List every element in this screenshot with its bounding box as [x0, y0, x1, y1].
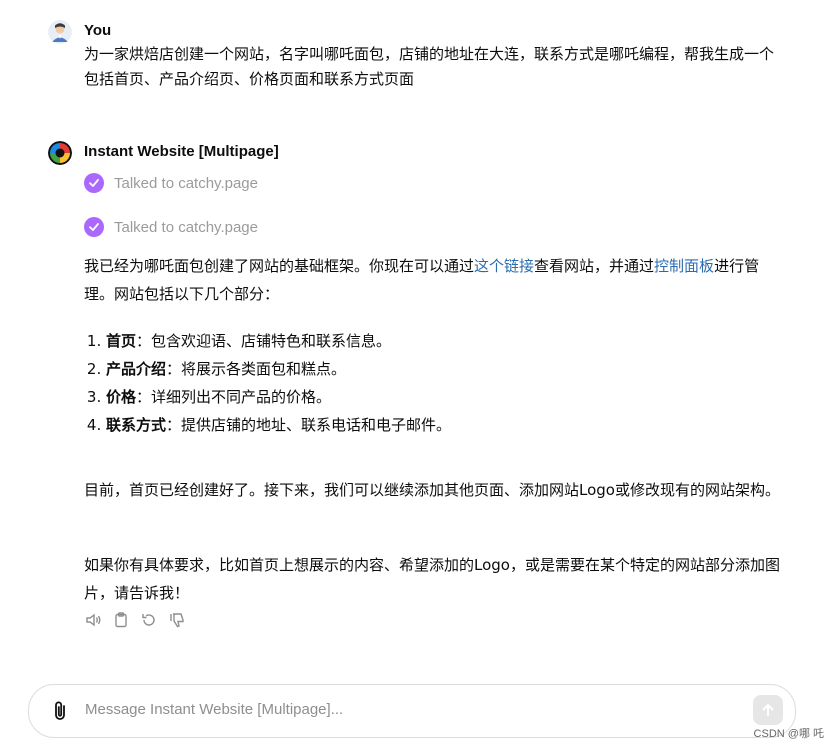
request-paragraph: 如果你有具体要求，比如首页上想展示的内容、希望添加的Logo，或是需要在某个特定…	[84, 556, 780, 602]
section-desc: ：详细列出不同产品的价格。	[136, 388, 332, 406]
watermark: CSDN @哪 吒	[753, 728, 824, 740]
intro-paragraph: 我已经为哪吒面包创建了网站的基础框架。你现在可以通过这个链接查看网站，并通过控制…	[84, 252, 784, 308]
section-title: 联系方式	[106, 416, 167, 434]
list-item: 产品介绍：将展示各类面包和糕点。	[106, 355, 786, 383]
assistant-author: Instant Website [Multipage]	[84, 143, 279, 160]
tool-call-label: Talked to catchy.page	[114, 218, 258, 236]
assistant-message: Instant Website [Multipage] Talked to ca…	[48, 141, 788, 641]
section-title: 价格	[106, 388, 137, 406]
copy-icon[interactable]	[112, 611, 130, 629]
tool-call-2[interactable]: Talked to catchy.page	[84, 216, 258, 238]
message-input[interactable]: Message Instant Website [Multipage]...	[85, 701, 343, 718]
website-link[interactable]: 这个链接	[474, 257, 534, 275]
list-item: 首页：包含欢迎语、店铺特色和联系信息。	[106, 327, 786, 355]
intro-text-1: 我已经为哪吒面包创建了网站的基础框架。你现在可以通过	[84, 257, 475, 275]
section-desc: ：提供店铺的地址、联系电话和电子邮件。	[166, 416, 452, 434]
section-desc: ：将展示各类面包和糕点。	[166, 360, 347, 378]
user-avatar	[48, 20, 72, 44]
arrow-up-icon	[762, 704, 774, 716]
list-item: 联系方式：提供店铺的地址、联系电话和电子邮件。	[106, 411, 786, 439]
intro-text-2: 查看网站，并通过	[534, 257, 655, 275]
tool-call-label: Talked to catchy.page	[114, 174, 258, 192]
user-message: You 为一家烘焙店创建一个网站，名字叫哪吒面包，店铺的地址在大连，联系方式是哪…	[48, 20, 788, 100]
check-icon	[84, 173, 104, 193]
section-title: 产品介绍	[106, 360, 167, 378]
thumbs-down-icon[interactable]	[168, 611, 186, 629]
sections-list: 首页：包含欢迎语、店铺特色和联系信息。 产品介绍：将展示各类面包和糕点。 价格：…	[84, 327, 786, 439]
send-button[interactable]	[753, 695, 783, 725]
read-aloud-icon[interactable]	[84, 611, 102, 629]
message-composer[interactable]: Message Instant Website [Multipage]...	[28, 684, 796, 738]
section-title: 首页	[106, 332, 137, 350]
status-paragraph: 目前，首页已经创建好了。接下来，我们可以继续添加其他页面、添加网站Logo或修改…	[84, 481, 780, 499]
user-message-text: 为一家烘焙店创建一个网站，名字叫哪吒面包，店铺的地址在大连，联系方式是哪吒编程，…	[84, 45, 775, 88]
assistant-avatar-icon	[48, 141, 72, 165]
dashboard-link[interactable]: 控制面板	[654, 257, 714, 275]
message-actions	[84, 611, 186, 629]
tool-call-1[interactable]: Talked to catchy.page	[84, 172, 258, 194]
list-item: 价格：详细列出不同产品的价格。	[106, 383, 786, 411]
user-author: You	[84, 22, 112, 39]
section-desc: ：包含欢迎语、店铺特色和联系信息。	[136, 332, 392, 350]
attach-paperclip-icon[interactable]	[49, 699, 71, 723]
regenerate-icon[interactable]	[140, 611, 158, 629]
check-icon	[84, 217, 104, 237]
